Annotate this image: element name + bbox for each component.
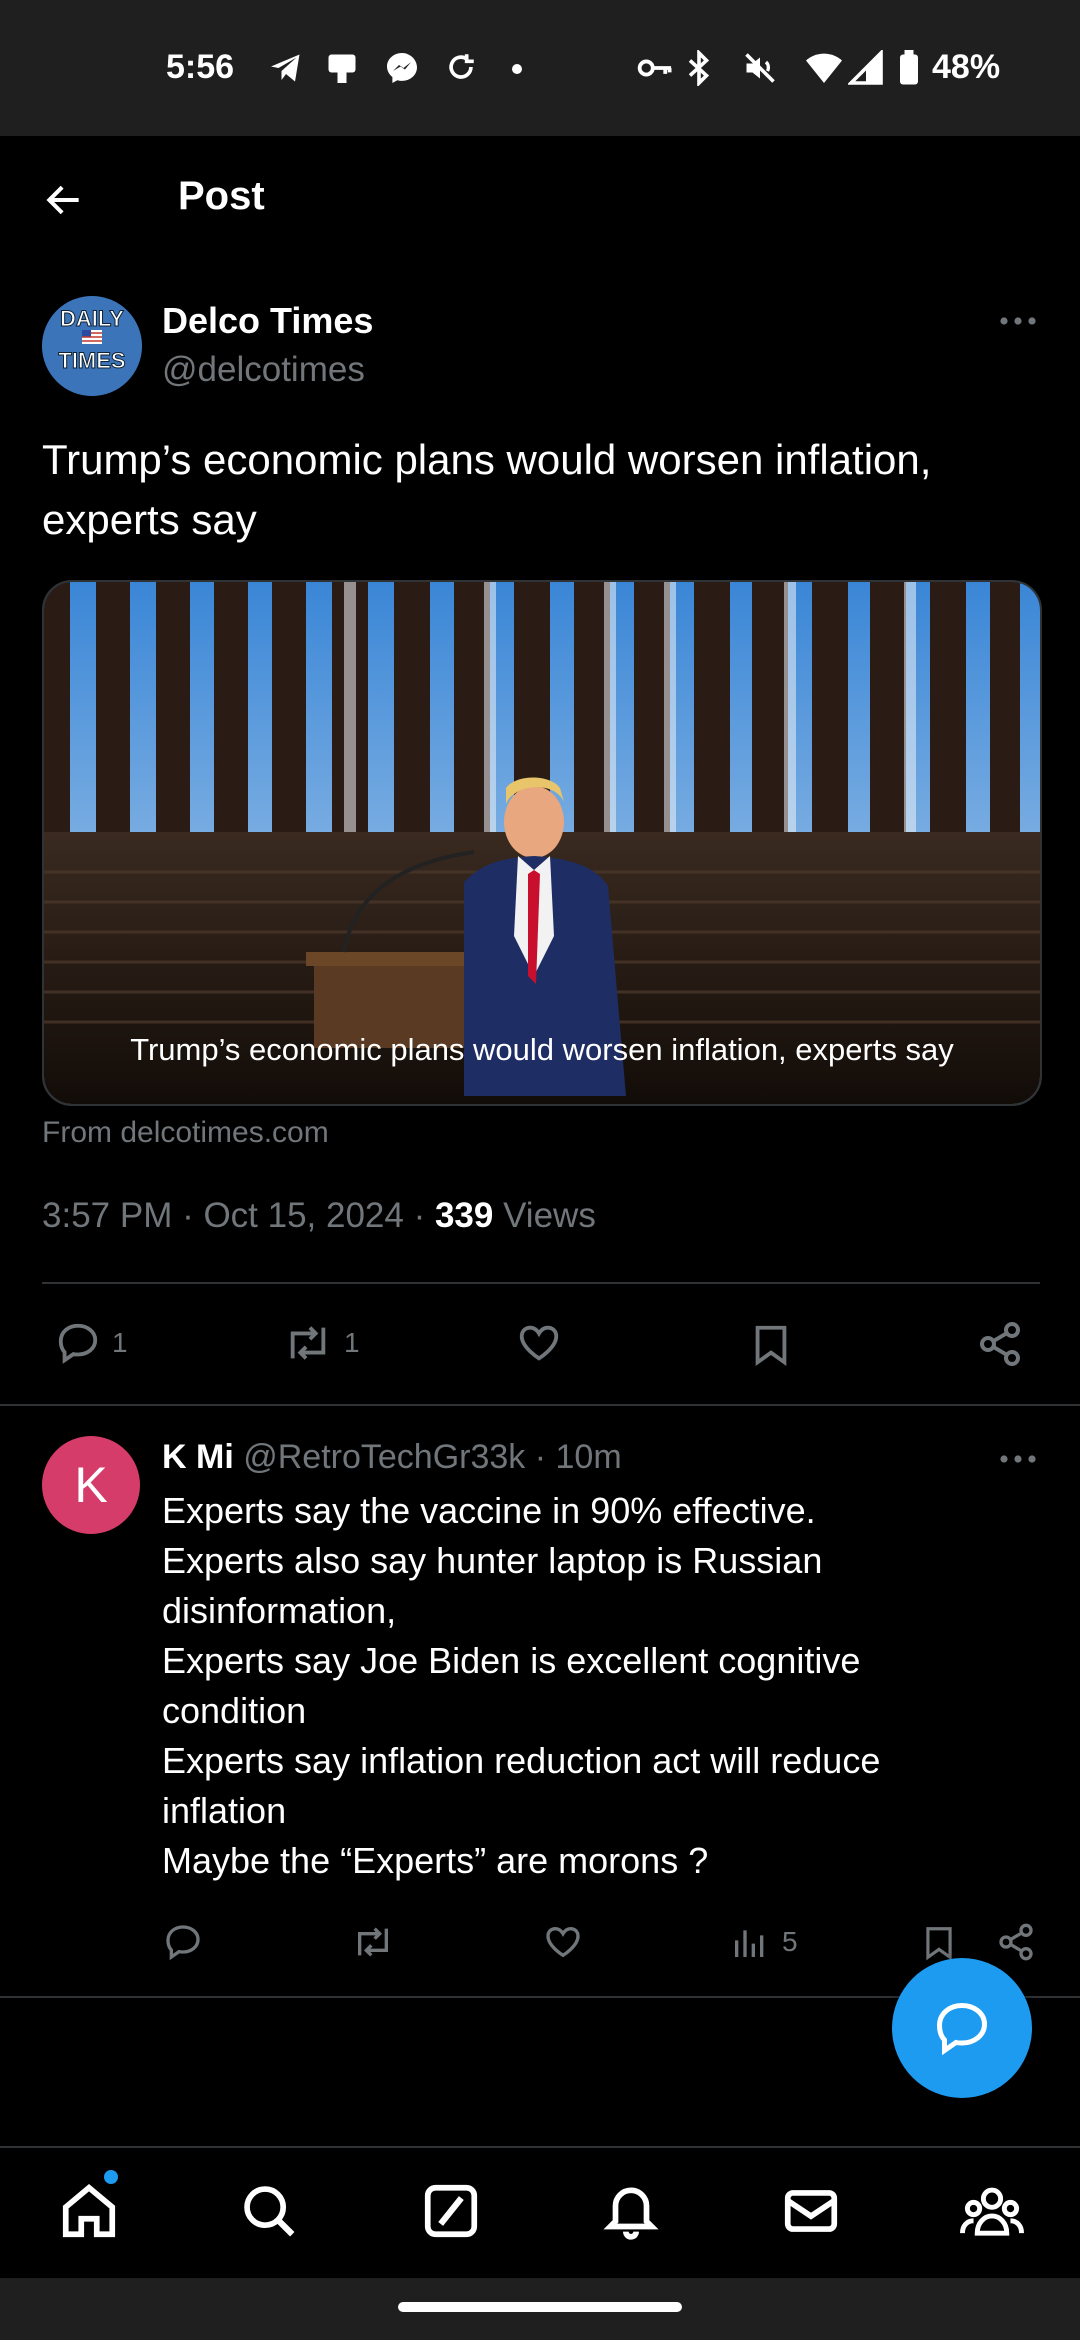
reply-author-name[interactable]: K Mi — [162, 1438, 234, 1476]
home-notification-dot — [104, 2170, 118, 2184]
author-handle[interactable]: @delcotimes — [162, 350, 365, 390]
author-avatar[interactable]: DAILY TIMES — [42, 296, 142, 396]
back-arrow-icon[interactable] — [40, 178, 88, 222]
messenger-icon — [384, 50, 420, 86]
grok-icon[interactable] — [420, 2180, 482, 2242]
post-timestamp: 3:57 PM · Oct 15, 2024 · — [42, 1196, 435, 1235]
link-card[interactable]: Trump’s economic plans would worsen infl… — [42, 580, 1042, 1106]
compose-reply-button[interactable] — [892, 1958, 1032, 2098]
post-meta: 3:57 PM · Oct 15, 2024 · 339 Views — [42, 1196, 596, 1236]
bottom-nav — [0, 2146, 1080, 2280]
cellular-signal-icon — [848, 50, 884, 86]
share-button[interactable] — [976, 1320, 1024, 1368]
bookmark-icon — [748, 1320, 794, 1370]
bell-icon[interactable] — [600, 2180, 662, 2242]
avatar-logo-bottom: TIMES — [58, 348, 125, 373]
card-source[interactable]: From delcotimes.com — [42, 1116, 329, 1150]
card-caption: Trump’s economic plans would worsen infl… — [130, 1032, 954, 1067]
repost-icon — [282, 1320, 334, 1366]
share-icon — [976, 1320, 1024, 1368]
repost-button[interactable]: 1 — [282, 1320, 360, 1366]
bookmark-button[interactable] — [748, 1320, 794, 1370]
communities-icon[interactable] — [960, 2180, 1024, 2242]
reply-button[interactable]: 1 — [54, 1320, 128, 1366]
post-text: Trump’s economic plans would worsen infl… — [42, 436, 932, 543]
telegram-icon — [268, 50, 304, 86]
reply-icon — [54, 1320, 102, 1366]
sync-icon — [444, 50, 478, 84]
home-icon[interactable] — [58, 2180, 120, 2242]
views-icon — [730, 1922, 770, 1962]
views-label: Views — [493, 1196, 596, 1235]
more-notifications-dot — [512, 64, 522, 74]
reply-icon — [162, 1922, 204, 1962]
compose-reply-icon — [931, 1998, 993, 2058]
author-name[interactable]: Delco Times — [162, 300, 373, 342]
views-count: 339 — [434, 1196, 494, 1235]
like-icon — [542, 1922, 584, 1962]
avatar-logo-top: DAILY — [60, 306, 124, 331]
divider — [0, 1404, 1080, 1406]
like-button[interactable] — [514, 1320, 564, 1366]
card-image — [44, 582, 1040, 1104]
reply-repost-button[interactable] — [350, 1922, 396, 1962]
page-title: Post — [178, 174, 265, 218]
status-time: 5:56 — [166, 48, 235, 86]
divider — [42, 1282, 1040, 1284]
gesture-handle[interactable] — [398, 2302, 682, 2312]
more-icon[interactable] — [998, 306, 1038, 336]
mute-icon — [742, 50, 778, 86]
battery-icon — [898, 50, 920, 86]
reply-share-button[interactable] — [996, 1922, 1036, 1962]
mail-icon[interactable] — [780, 2180, 842, 2242]
share-icon — [996, 1922, 1036, 1962]
more-icon[interactable] — [998, 1444, 1038, 1474]
reply-reply-button[interactable] — [162, 1922, 204, 1962]
reply-handle-time[interactable]: @RetroTechGr33k · 10m — [234, 1438, 621, 1476]
reply-avatar[interactable]: K — [42, 1436, 140, 1534]
vpn-key-icon — [636, 50, 674, 86]
reply-count: 1 — [112, 1327, 128, 1358]
search-icon[interactable] — [238, 2180, 300, 2242]
reply-views-button[interactable]: 5 — [730, 1922, 798, 1962]
bluetooth-icon — [684, 50, 714, 86]
app-notification-icon — [324, 50, 360, 86]
reply-text: Experts say the vaccine in 90% effective… — [162, 1490, 881, 1881]
like-icon — [514, 1320, 564, 1366]
repost-count: 1 — [344, 1327, 360, 1358]
reply-header: K Mi @RetroTechGr33k · 10m — [162, 1438, 622, 1477]
wifi-icon — [804, 50, 844, 86]
reply-views-count: 5 — [782, 1926, 798, 1957]
battery-percent: 48% — [932, 48, 1001, 86]
repost-icon — [350, 1922, 396, 1962]
reply-like-button[interactable] — [542, 1922, 584, 1962]
